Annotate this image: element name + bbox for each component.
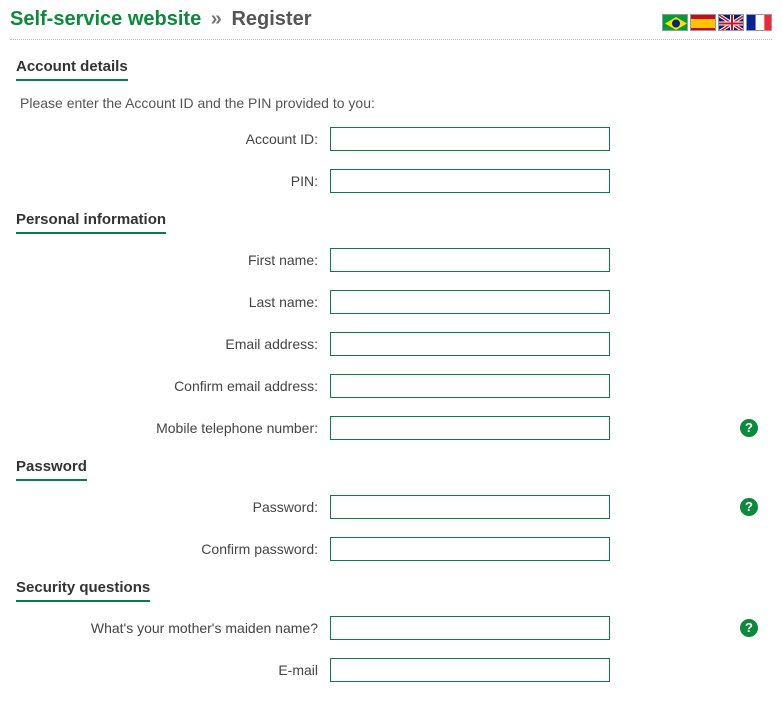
pin-input[interactable] — [330, 169, 610, 193]
security-q2-input[interactable] — [330, 658, 610, 682]
form-row-security-q1: What's your mother's maiden name? ? — [10, 616, 772, 640]
security-q1-label: What's your mother's maiden name? — [10, 620, 330, 636]
spain-flag-icon[interactable] — [690, 14, 716, 31]
form-row-account-id: Account ID: — [10, 127, 772, 151]
breadcrumb: Self-service website » Register — [10, 8, 312, 31]
page-title: Register — [231, 8, 311, 30]
language-flags — [662, 14, 772, 31]
section-heading-password: Password — [16, 458, 87, 481]
form-row-last-name: Last name: — [10, 290, 772, 314]
form-row-password: Password: ? — [10, 495, 772, 519]
help-icon[interactable]: ? — [740, 619, 758, 637]
form-row-pin: PIN: — [10, 169, 772, 193]
form-row-first-name: First name: — [10, 248, 772, 272]
help-icon[interactable]: ? — [740, 419, 758, 437]
mobile-input[interactable] — [330, 416, 610, 440]
site-title: Self-service website — [10, 8, 201, 30]
password-input[interactable] — [330, 495, 610, 519]
first-name-input[interactable] — [330, 248, 610, 272]
security-q1-input[interactable] — [330, 616, 610, 640]
section-account-details: Account details Please enter the Account… — [10, 58, 772, 193]
email-label: Email address: — [10, 336, 330, 352]
france-flag-icon[interactable] — [746, 14, 772, 31]
form-row-email: Email address: — [10, 332, 772, 356]
breadcrumb-separator: » — [211, 8, 222, 30]
uk-flag-icon[interactable] — [718, 14, 744, 31]
confirm-email-input[interactable] — [330, 374, 610, 398]
mobile-label: Mobile telephone number: — [10, 420, 330, 436]
page-header: Self-service website » Register — [10, 8, 772, 40]
section-heading-personal: Personal information — [16, 211, 166, 234]
form-row-security-q2: E-mail — [10, 658, 772, 682]
form-row-mobile: Mobile telephone number: ? — [10, 416, 772, 440]
first-name-label: First name: — [10, 252, 330, 268]
email-input[interactable] — [330, 332, 610, 356]
form-row-confirm-password: Confirm password: — [10, 537, 772, 561]
pin-label: PIN: — [10, 173, 330, 189]
section-security-questions: Security questions What's your mother's … — [10, 579, 772, 682]
brazil-flag-icon[interactable] — [662, 14, 688, 31]
section-password: Password Password: ? Confirm password: — [10, 458, 772, 561]
confirm-password-label: Confirm password: — [10, 541, 330, 557]
last-name-input[interactable] — [330, 290, 610, 314]
section-heading-security: Security questions — [16, 579, 150, 602]
form-row-confirm-email: Confirm email address: — [10, 374, 772, 398]
last-name-label: Last name: — [10, 294, 330, 310]
confirm-password-input[interactable] — [330, 537, 610, 561]
account-id-input[interactable] — [330, 127, 610, 151]
confirm-email-label: Confirm email address: — [10, 378, 330, 394]
help-icon[interactable]: ? — [740, 498, 758, 516]
account-id-label: Account ID: — [10, 131, 330, 147]
section-personal-information: Personal information First name: Last na… — [10, 211, 772, 440]
account-intro-text: Please enter the Account ID and the PIN … — [20, 95, 772, 111]
section-heading-account: Account details — [16, 58, 128, 81]
password-label: Password: — [10, 499, 330, 515]
security-q2-label: E-mail — [10, 662, 330, 678]
